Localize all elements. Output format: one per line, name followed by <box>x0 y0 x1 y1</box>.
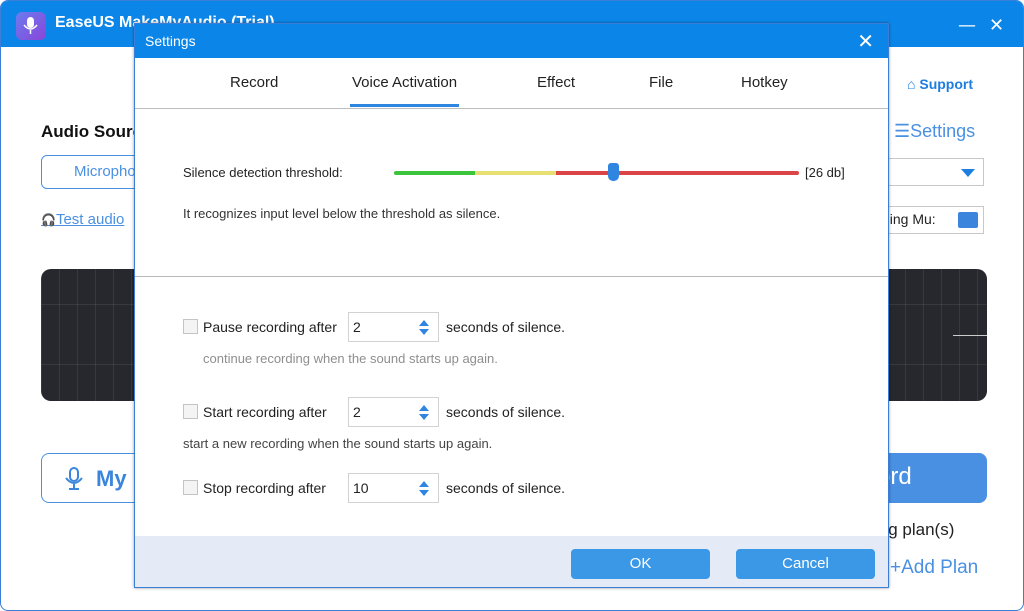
folder-icon[interactable] <box>958 212 978 228</box>
stop-seconds-input[interactable] <box>353 480 413 496</box>
close-app-button[interactable]: ✕ <box>989 15 1004 36</box>
app-logo-icon <box>16 12 46 40</box>
threshold-value: [26 db] <box>805 165 845 180</box>
start-seconds-input[interactable] <box>353 404 413 420</box>
stop-seconds-stepper[interactable] <box>348 473 439 503</box>
stop-recording-label: Stop recording after <box>203 480 326 496</box>
settings-dialog: Settings ✕ Record Voice Activation Effec… <box>134 23 889 588</box>
dialog-titlebar: Settings ✕ <box>135 24 888 58</box>
test-audio-link[interactable]: 🎧Test audio <box>41 211 124 228</box>
start-recording-suffix: seconds of silence. <box>446 404 566 420</box>
threshold-slider[interactable] <box>394 163 799 181</box>
waveform-level-line <box>953 335 987 336</box>
add-plan-button[interactable]: +Add Plan <box>890 557 978 579</box>
cancel-button[interactable]: Cancel <box>736 549 875 579</box>
slider-zone-mid <box>475 171 556 175</box>
pause-recording-checkbox[interactable] <box>183 319 198 334</box>
pause-recording-option: Pause recording after seconds of silence… <box>183 312 683 342</box>
settings-tabs: Record Voice Activation Effect File Hotk… <box>135 58 888 109</box>
home-icon: ⌂ <box>907 76 920 92</box>
increment-icon[interactable] <box>419 405 429 411</box>
close-icon[interactable]: ✕ <box>857 29 874 53</box>
decrement-icon[interactable] <box>419 329 429 335</box>
minimize-button[interactable]: — <box>958 15 976 36</box>
pause-recording-suffix: seconds of silence. <box>446 319 566 335</box>
ok-button[interactable]: OK <box>571 549 710 579</box>
pause-recording-description: continue recording when the sound starts… <box>203 351 498 366</box>
start-seconds-stepper[interactable] <box>348 397 439 427</box>
increment-icon[interactable] <box>419 320 429 326</box>
support-link[interactable]: ⌂ Support <box>907 76 973 92</box>
tab-effect[interactable]: Effect <box>537 74 575 91</box>
pause-seconds-stepper[interactable] <box>348 312 439 342</box>
dialog-title: Settings <box>145 33 196 49</box>
start-recording-description: start a new recording when the sound sta… <box>183 436 493 451</box>
increment-icon[interactable] <box>419 481 429 487</box>
tab-file[interactable]: File <box>649 74 673 91</box>
chevron-down-icon <box>961 169 975 177</box>
decrement-icon[interactable] <box>419 490 429 496</box>
start-recording-label: Start recording after <box>203 404 327 420</box>
tab-record[interactable]: Record <box>230 74 278 91</box>
slider-thumb[interactable] <box>607 163 619 181</box>
tab-hotkey[interactable]: Hotkey <box>741 74 788 91</box>
pause-recording-label: Pause recording after <box>203 319 337 335</box>
section-divider <box>135 276 888 277</box>
microphone-icon <box>65 467 83 490</box>
threshold-label: Silence detection threshold: <box>183 165 343 180</box>
threshold-description: It recognizes input level below the thre… <box>183 206 501 221</box>
slider-zone-high <box>556 171 799 175</box>
tab-voice-activation[interactable]: Voice Activation <box>349 74 460 107</box>
headphones-icon: 🎧 <box>41 213 56 227</box>
stop-recording-option: Stop recording after seconds of silence. <box>183 473 683 503</box>
start-recording-option: Start recording after seconds of silence… <box>183 397 683 427</box>
pause-seconds-input[interactable] <box>353 319 413 335</box>
slider-zone-low <box>394 171 475 175</box>
dialog-footer: OK Cancel <box>135 536 888 587</box>
stop-recording-suffix: seconds of silence. <box>446 480 566 496</box>
sliders-icon: ☰ <box>894 121 911 141</box>
start-recording-checkbox[interactable] <box>183 404 198 419</box>
settings-button[interactable]: ☰Settings <box>894 121 975 142</box>
stop-recording-checkbox[interactable] <box>183 480 198 495</box>
decrement-icon[interactable] <box>419 414 429 420</box>
